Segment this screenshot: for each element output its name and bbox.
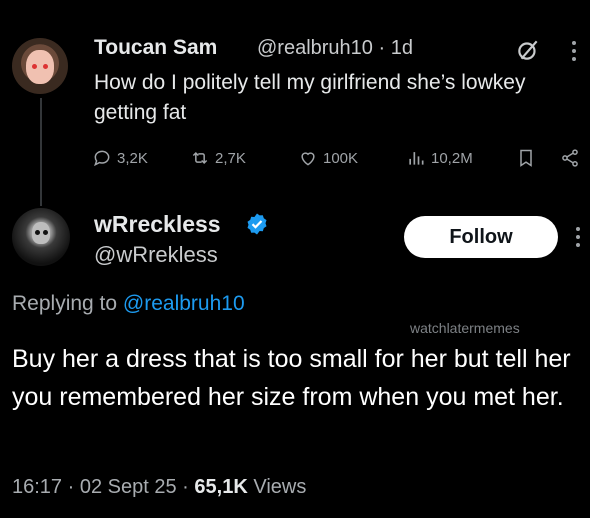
tweet-date[interactable]: 02 Sept 25 — [80, 476, 177, 498]
avatar-eye — [35, 230, 40, 235]
avatar-toucan-sam[interactable] — [12, 38, 68, 94]
avatar-eye — [32, 64, 37, 69]
watermark: watchlatermemes — [410, 320, 520, 336]
avatar-eye — [43, 64, 48, 69]
tweet-text: How do I politely tell my girlfriend she… — [94, 71, 526, 124]
grok-icon[interactable] — [515, 37, 541, 63]
tweet-meta: @realbruh10 · 1d — [257, 37, 413, 60]
follow-button[interactable]: Follow — [404, 216, 558, 258]
tweet-footer: 16:17 · 02 Sept 25 · 65,1K Views — [12, 476, 306, 499]
avatar-eye — [43, 230, 48, 235]
repost-button[interactable]: 2,7K — [190, 148, 246, 168]
bookmark-button[interactable] — [516, 148, 536, 168]
like-count: 100K — [323, 149, 359, 167]
display-name[interactable]: Toucan Sam — [94, 36, 217, 60]
separator-dot: · — [182, 476, 189, 498]
replying-to: Replying to @realbruh10 — [12, 292, 245, 316]
user-handle[interactable]: @wRrekless — [94, 242, 218, 268]
view-count: 65,1K — [194, 476, 248, 498]
reply-count: 3,2K — [117, 149, 148, 167]
reply-text: Buy her a dress that is too small for he… — [12, 345, 571, 411]
reply-button[interactable]: 3,2K — [92, 148, 148, 168]
tweet-time[interactable]: 16:17 — [12, 476, 62, 498]
views-icon — [409, 152, 424, 165]
bookmark-icon — [520, 149, 532, 167]
share-button[interactable] — [560, 148, 580, 168]
more-icon[interactable] — [568, 38, 580, 64]
views-count: 10,2M — [431, 149, 473, 167]
separator-dot: · — [67, 476, 75, 498]
tweet-actions: 3,2K 2,7K 100K 10,2M — [0, 148, 590, 172]
like-icon — [301, 152, 315, 166]
avatar-face — [26, 50, 54, 84]
user-handle[interactable]: @realbruh10 — [257, 37, 373, 59]
share-icon — [562, 149, 578, 167]
display-name[interactable]: wRreckless — [94, 211, 221, 238]
tweet-age[interactable]: 1d — [391, 37, 413, 59]
views-button[interactable]: 10,2M — [406, 148, 473, 168]
repost-icon — [192, 151, 208, 165]
separator-dot: · — [378, 37, 386, 59]
reply-icon — [94, 150, 110, 167]
more-icon[interactable] — [572, 224, 584, 250]
replying-prefix: Replying to — [12, 292, 118, 315]
repost-count: 2,7K — [215, 149, 246, 167]
verified-icon — [247, 213, 267, 235]
like-button[interactable]: 100K — [298, 148, 358, 168]
views-label: Views — [253, 476, 307, 498]
mention-link[interactable]: @realbruh10 — [123, 292, 245, 315]
avatar-wrreckless[interactable] — [12, 208, 70, 266]
